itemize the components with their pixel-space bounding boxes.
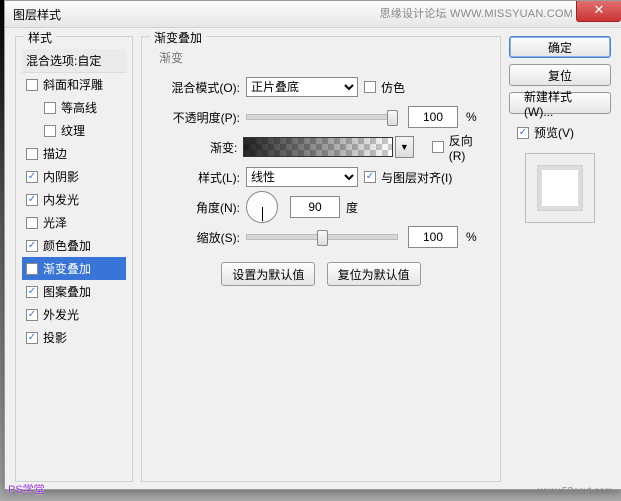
checkbox-icon — [364, 171, 376, 183]
align-checkbox[interactable]: 与图层对齐(I) — [364, 169, 452, 186]
scale-unit: % — [466, 230, 477, 244]
style-item-label: 投影 — [43, 329, 67, 346]
preview-thumbnail — [525, 153, 595, 223]
style-item-label: 颜色叠加 — [43, 237, 91, 254]
style-item-8[interactable]: 渐变叠加 — [22, 257, 126, 280]
checkbox-icon[interactable] — [26, 286, 38, 298]
style-item-label: 光泽 — [43, 214, 67, 231]
watermark-top: 思缘设计论坛 WWW.MISSYUAN.COM — [380, 5, 573, 21]
opacity-label: 不透明度(P): — [154, 109, 246, 126]
checkbox-icon — [517, 127, 529, 139]
checkbox-icon[interactable] — [26, 240, 38, 252]
angle-unit: 度 — [346, 199, 358, 216]
opacity-slider[interactable] — [246, 114, 398, 120]
style-item-label: 描边 — [43, 145, 67, 162]
reset-default-button[interactable]: 复位为默认值 — [327, 262, 421, 286]
section-title: 渐变 — [159, 49, 488, 66]
set-default-button[interactable]: 设置为默认值 — [221, 262, 315, 286]
titlebar[interactable]: 图层样式 思缘设计论坛 WWW.MISSYUAN.COM ✕ — [5, 1, 621, 28]
gradient-label: 渐变: — [154, 139, 243, 156]
close-button[interactable]: ✕ — [576, 1, 621, 22]
reverse-checkbox[interactable]: 反向(R) — [432, 132, 488, 163]
style-item-label: 渐变叠加 — [43, 260, 91, 277]
blend-mode-select[interactable]: 正片叠底 — [246, 77, 358, 97]
checkbox-icon[interactable] — [26, 79, 38, 91]
slider-thumb[interactable] — [317, 230, 328, 246]
gradient-overlay-group: 渐变叠加 渐变 混合模式(O): 正片叠底 仿色 不透明度(P): % — [141, 36, 501, 482]
checkbox-icon — [432, 141, 444, 153]
style-item-6[interactable]: 光泽 — [22, 211, 126, 234]
styles-group-label: 样式 — [24, 29, 56, 46]
styles-list: 混合选项:自定 斜面和浮雕等高线纹理描边内阴影内发光光泽颜色叠加渐变叠加图案叠加… — [22, 49, 126, 349]
dither-label: 仿色 — [381, 79, 405, 96]
scale-input[interactable] — [408, 226, 458, 248]
style-item-11[interactable]: 投影 — [22, 326, 126, 349]
content-group-label: 渐变叠加 — [150, 29, 206, 46]
checkbox-icon[interactable] — [26, 148, 38, 160]
gradient-swatch[interactable] — [243, 137, 392, 157]
blend-mode-row: 混合模式(O): 正片叠底 仿色 — [154, 76, 488, 98]
preview-label: 预览(V) — [534, 124, 574, 141]
style-item-label: 外发光 — [43, 306, 79, 323]
style-item-10[interactable]: 外发光 — [22, 303, 126, 326]
style-row: 样式(L): 线性 与图层对齐(I) — [154, 166, 488, 188]
style-item-3[interactable]: 描边 — [22, 142, 126, 165]
gradient-row: 渐变: ▼ 反向(R) — [154, 136, 488, 158]
style-label: 样式(L): — [154, 169, 246, 186]
scale-slider[interactable] — [246, 234, 398, 240]
blend-options-header[interactable]: 混合选项:自定 — [22, 49, 126, 73]
style-item-1[interactable]: 等高线 — [22, 96, 126, 119]
blend-mode-label: 混合模式(O): — [154, 79, 246, 96]
dither-checkbox[interactable]: 仿色 — [364, 79, 405, 96]
style-item-5[interactable]: 内发光 — [22, 188, 126, 211]
style-item-label: 纹理 — [61, 122, 85, 139]
dialog-title: 图层样式 — [13, 6, 61, 23]
align-label: 与图层对齐(I) — [381, 169, 452, 186]
style-item-2[interactable]: 纹理 — [22, 119, 126, 142]
gradient-menu-button[interactable]: ▼ — [395, 136, 414, 158]
checkbox-icon[interactable] — [26, 171, 38, 183]
layer-style-dialog: 图层样式 思缘设计论坛 WWW.MISSYUAN.COM ✕ 样式 混合选项:自… — [4, 0, 621, 490]
checkbox-icon[interactable] — [26, 194, 38, 206]
style-item-9[interactable]: 图案叠加 — [22, 280, 126, 303]
cancel-button[interactable]: 复位 — [509, 64, 611, 86]
angle-dial[interactable] — [246, 191, 278, 223]
checkbox-icon[interactable] — [26, 332, 38, 344]
styles-group: 样式 混合选项:自定 斜面和浮雕等高线纹理描边内阴影内发光光泽颜色叠加渐变叠加图… — [15, 36, 133, 482]
checkbox-icon[interactable] — [26, 263, 38, 275]
opacity-input[interactable] — [408, 106, 458, 128]
watermark-bottom-right: www.52psxt.com — [538, 486, 613, 497]
style-item-label: 图案叠加 — [43, 283, 91, 300]
style-item-4[interactable]: 内阴影 — [22, 165, 126, 188]
style-item-label: 内发光 — [43, 191, 79, 208]
new-style-button[interactable]: 新建样式(W)... — [509, 92, 611, 114]
checkbox-icon[interactable] — [26, 309, 38, 321]
checkbox-icon[interactable] — [26, 217, 38, 229]
side-buttons: 确定 复位 新建样式(W)... 预览(V) — [509, 36, 611, 482]
angle-row: 角度(N): 度 — [154, 196, 488, 218]
preview-checkbox[interactable]: 预览(V) — [517, 124, 611, 141]
checkbox-icon — [364, 81, 376, 93]
scale-label: 缩放(S): — [154, 229, 246, 246]
opacity-unit: % — [466, 110, 477, 124]
style-item-label: 等高线 — [61, 99, 97, 116]
reverse-label: 反向(R) — [449, 132, 488, 163]
scale-row: 缩放(S): % — [154, 226, 488, 248]
style-item-7[interactable]: 颜色叠加 — [22, 234, 126, 257]
ok-button[interactable]: 确定 — [509, 36, 611, 58]
checkbox-icon[interactable] — [44, 125, 56, 137]
style-item-label: 内阴影 — [43, 168, 79, 185]
opacity-row: 不透明度(P): % — [154, 106, 488, 128]
slider-thumb[interactable] — [387, 110, 398, 126]
checkbox-icon[interactable] — [44, 102, 56, 114]
angle-label: 角度(N): — [154, 199, 246, 216]
style-item-0[interactable]: 斜面和浮雕 — [22, 73, 126, 96]
angle-input[interactable] — [290, 196, 340, 218]
style-item-label: 斜面和浮雕 — [43, 76, 103, 93]
watermark-bottom-left: PS学堂 — [8, 481, 45, 497]
style-select[interactable]: 线性 — [246, 167, 358, 187]
preview-inner — [537, 165, 583, 211]
